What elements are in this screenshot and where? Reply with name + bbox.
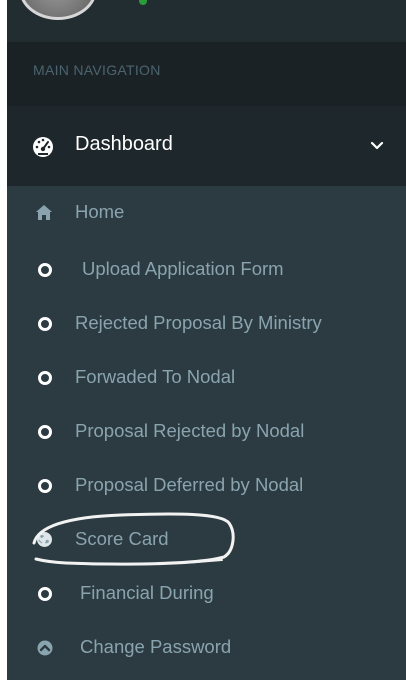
sidebar-item-forwaded-to-nodal[interactable]: Forwaded To Nodal [7,351,406,405]
sidebar-item-upload-application-form[interactable]: Upload Application Form [7,243,406,297]
sidebar-header: MAIN NAVIGATION [7,42,406,106]
circle-o-icon [38,371,52,385]
user-panel [7,0,406,42]
sidebar: MAIN NAVIGATION Dashboard Home Upload Ap [7,0,406,680]
dashboard-submenu: Home Upload Application Form Rejected Pr… [7,186,406,680]
sidebar-item-change-password[interactable]: Change Password [7,621,406,675]
avatar[interactable] [19,0,97,20]
circle-o-icon [38,425,52,439]
sidebar-item-label: Rejected Proposal By Ministry [75,312,322,333]
sidebar-item-label: Forwaded To Nodal [75,366,236,387]
online-status-icon [139,0,147,5]
sidebar-item-rejected-proposal-by-ministry[interactable]: Rejected Proposal By Ministry [7,297,406,351]
globe-icon [37,532,52,547]
sidebar-item-score-card[interactable]: Score Card [7,513,406,567]
sidebar-item-label: Proposal Deferred by Nodal [75,474,304,495]
sidebar-item-proposal-deferred-by-nodal[interactable]: Proposal Deferred by Nodal [7,459,406,513]
home-icon [36,205,52,220]
sidebar-item-home[interactable]: Home [7,186,406,240]
chevron-down-icon[interactable] [370,139,384,153]
dashboard-icon [33,137,53,157]
circle-o-icon [38,587,52,601]
sidebar-item-label: Score Card [75,528,169,549]
main-navigation-label: MAIN NAVIGATION [33,62,161,78]
arrow-circle-up-icon [37,640,53,656]
sidebar-item-dashboard[interactable]: Dashboard [7,106,406,186]
sidebar-item-label: Dashboard [75,133,173,155]
sidebar-item-label: Proposal Rejected by Nodal [75,420,305,441]
sidebar-item-label: Financial During [80,582,214,603]
sidebar-item-label: Change Password [80,636,232,657]
circle-o-icon [38,317,52,331]
sidebar-item-label: Home [75,201,125,222]
sidebar-item-proposal-rejected-by-nodal[interactable]: Proposal Rejected by Nodal [7,405,406,459]
circle-o-icon [38,263,52,277]
sidebar-item-label: Upload Application Form [82,258,284,279]
circle-o-icon [38,479,52,493]
sidebar-item-financial-during[interactable]: Financial During [7,567,406,621]
